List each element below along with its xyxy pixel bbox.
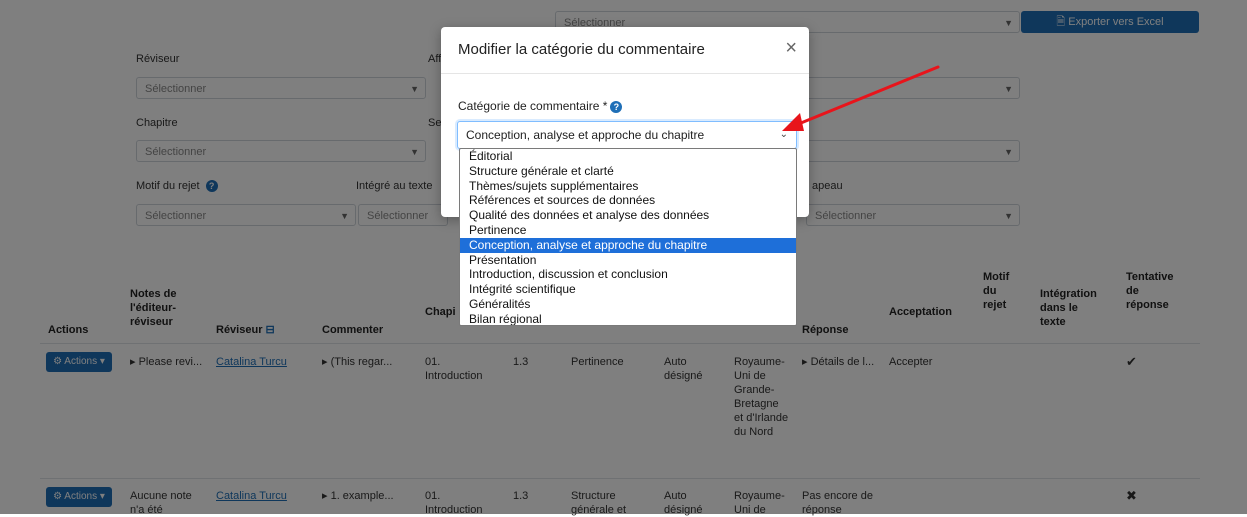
category-option[interactable]: Bilan régional xyxy=(460,312,796,325)
category-option[interactable]: Qualité des données et analyse des donné… xyxy=(460,208,796,223)
category-option[interactable]: Références et sources de données xyxy=(460,193,796,208)
category-field-label: Catégorie de commentaire *? xyxy=(458,99,623,113)
category-dropdown-list: Éditorial Structure générale et clarté Thè… xyxy=(459,148,797,326)
category-option[interactable]: Intégrité scientifique xyxy=(460,282,796,297)
category-option[interactable]: Thèmes/sujets supplémentaires xyxy=(460,179,796,194)
category-option[interactable]: Conception, analyse et approche du chapi… xyxy=(460,237,796,253)
category-option[interactable]: Éditorial xyxy=(460,149,796,164)
category-field-text: Catégorie de commentaire * xyxy=(458,99,608,113)
help-icon[interactable]: ? xyxy=(610,100,623,113)
modal-title: Modifier la catégorie du commentaire xyxy=(458,41,705,58)
chevron-down-icon: ⌄ xyxy=(779,129,788,140)
category-option[interactable]: Pertinence xyxy=(460,223,796,238)
category-option[interactable]: Généralités xyxy=(460,297,796,312)
category-select-value: Conception, analyse et approche du chapi… xyxy=(466,128,705,142)
modal-divider xyxy=(441,73,809,74)
category-option[interactable]: Présentation xyxy=(460,253,796,268)
close-icon[interactable]: × xyxy=(785,37,797,60)
category-option[interactable]: Introduction, discussion et conclusion xyxy=(460,267,796,282)
category-option[interactable]: Structure générale et clarté xyxy=(460,164,796,179)
category-select[interactable]: Conception, analyse et approche du chapi… xyxy=(457,121,797,149)
review-page: Sélectionner ▼ 🗎 Exporter vers Excel Rév… xyxy=(0,0,1247,516)
